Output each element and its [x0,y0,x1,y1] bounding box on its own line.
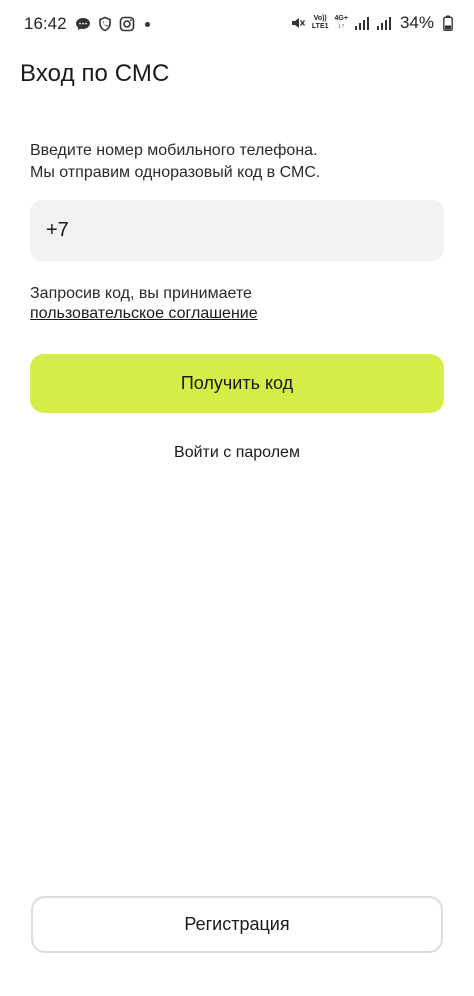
signal-icon [354,15,370,31]
instagram-icon [119,16,135,32]
status-bar: 16:42 Vo)) LTE1 4G+ ↓↑ 34% [0,0,474,50]
agreement-text: Запросив код, вы принимаете пользователь… [30,284,450,324]
intro-text: Введите номер мобильного телефона. Мы от… [30,140,450,184]
phone-field[interactable] [30,200,444,261]
login-with-password-button[interactable]: Войти с паролем [30,444,444,470]
phone-input[interactable] [46,200,444,261]
dot-icon [144,21,150,27]
user-agreement-link[interactable]: пользовательское соглашение [30,304,258,324]
status-left: 16:42 [24,14,150,34]
chat-bubble-icon [75,16,91,32]
mute-icon [290,15,306,31]
network-type-top: 4G+ [334,15,348,22]
battery-icon [440,15,456,31]
shield-icon [97,16,113,32]
agreement-label: Запросив код, вы принимаете [30,285,252,302]
network-type-bottom: ↓↑ [337,23,345,30]
network-type-label: 4G+ ↓↑ [335,15,348,31]
get-code-button[interactable]: Получить код [30,354,444,413]
volte-label: Vo)) LTE1 [312,15,329,31]
status-time: 16:42 [24,14,67,33]
login-screen: 16:42 Vo)) LTE1 4G+ ↓↑ 34% Вход по СМС В… [0,0,474,996]
page-title: Вход по СМС [20,60,170,87]
signal-icon-2 [376,15,392,31]
volte-top: Vo)) [313,15,327,22]
intro-line-1: Введите номер мобильного телефона. [30,142,318,159]
register-button[interactable]: Регистрация [31,896,443,953]
battery-percent: 34% [399,13,434,32]
status-right: Vo)) LTE1 4G+ ↓↑ 34% [290,13,456,33]
intro-line-2: Мы отправим одноразовый код в СМС. [30,164,321,181]
volte-bottom: LTE1 [311,23,329,30]
